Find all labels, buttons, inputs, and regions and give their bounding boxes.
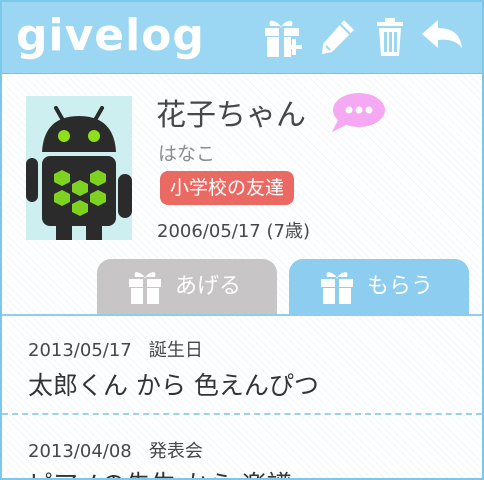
group-tag[interactable]: 小学校の友達	[160, 171, 295, 205]
app-logo: givelog	[16, 10, 205, 61]
entry-occasion: 発表会	[148, 441, 203, 462]
back-arrow-icon	[422, 20, 462, 48]
app-header: givelog	[2, 2, 482, 74]
tab-receive[interactable]: もらう	[289, 259, 469, 315]
delete-button[interactable]	[368, 16, 412, 60]
app-screen: givelog 花子ちゃん はなこ 小学校の友達 2006/05/17 (7歳)…	[0, 0, 484, 480]
entry-text: 太郎くん から 色えんぴつ	[28, 371, 319, 400]
entry-meta: 2013/04/08 発表会	[28, 437, 203, 463]
list-item[interactable]: 2013/05/17 誕生日 太郎くん から 色えんぴつ	[2, 316, 482, 413]
add-gift-button[interactable]	[260, 16, 304, 60]
entry-occasion: 誕生日	[148, 340, 203, 361]
tab-receive-label: もらう	[367, 274, 434, 299]
list-item[interactable]: 2013/04/08 発表会 ピアノの先生 から 楽譜	[2, 415, 482, 478]
trash-icon	[377, 18, 403, 56]
profile-birthday: 2006/05/17 (7歳)	[157, 221, 310, 242]
profile-name: 花子ちゃん	[156, 98, 306, 133]
speech-bubble-icon	[332, 93, 385, 132]
gift-icon	[129, 272, 161, 304]
entry-meta: 2013/05/17 誕生日	[28, 336, 203, 362]
message-button[interactable]	[328, 90, 386, 136]
pen-icon	[322, 20, 354, 54]
gift-plus-icon	[265, 20, 302, 57]
avatar[interactable]	[26, 96, 132, 240]
profile-kana: はなこ	[158, 143, 216, 165]
android-avatar-icon	[26, 96, 132, 240]
tab-give-label: あげる	[175, 274, 242, 299]
back-button[interactable]	[420, 16, 464, 60]
edit-button[interactable]	[314, 16, 358, 60]
gift-icon	[321, 272, 353, 304]
entry-text: ピアノの先生 から 楽譜	[28, 465, 292, 478]
tab-give[interactable]: あげる	[97, 259, 277, 315]
entry-date: 2013/04/08	[28, 441, 132, 462]
entry-date: 2013/05/17	[28, 340, 132, 361]
